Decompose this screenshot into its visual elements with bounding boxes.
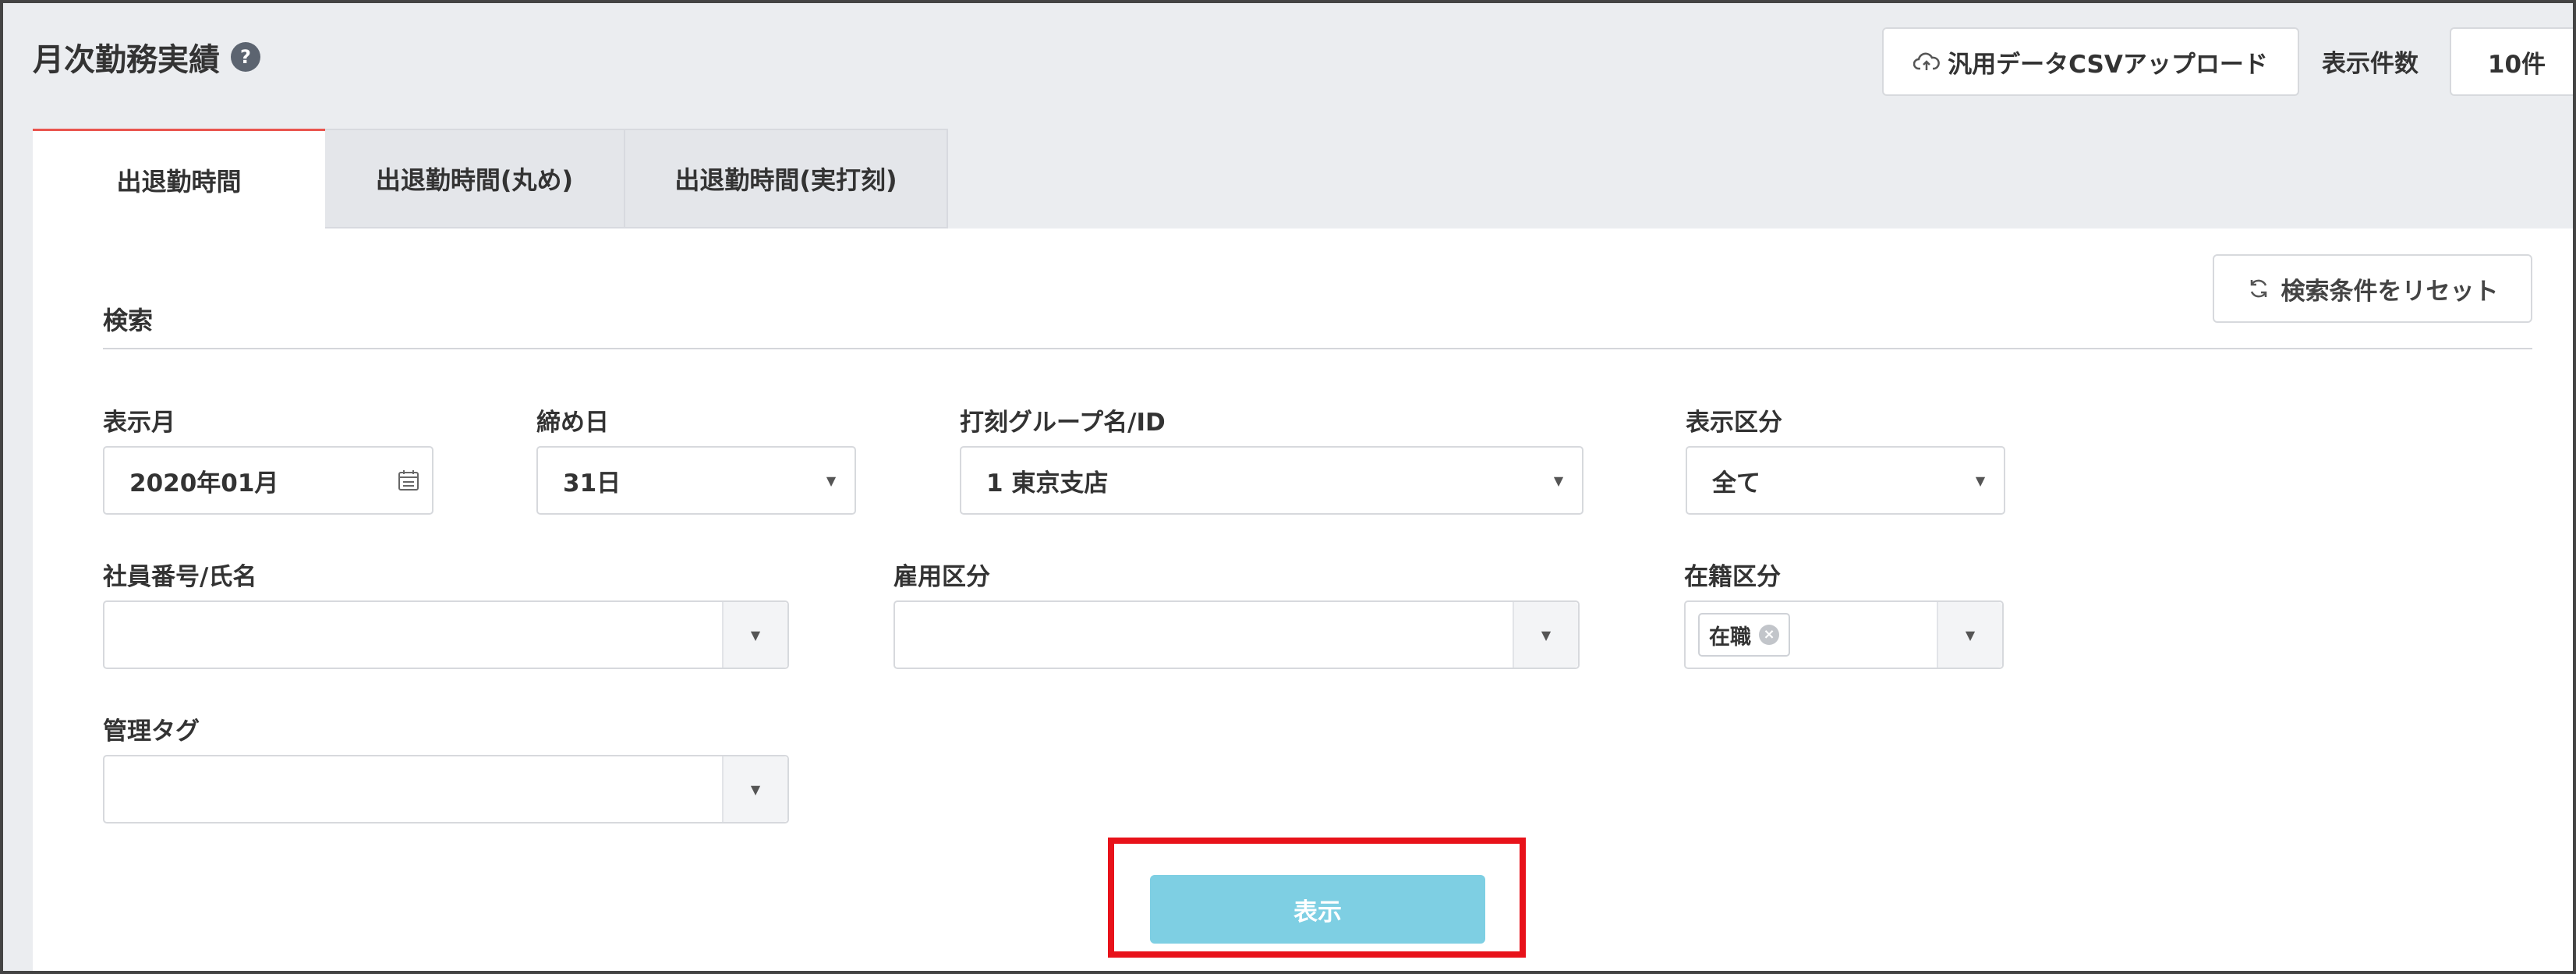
chevron-down-icon[interactable]: ▼ — [722, 602, 787, 668]
csv-upload-button[interactable]: 汎用データCSVアップロード — [1882, 27, 2299, 96]
page-title: 月次勤務実績 ? — [33, 34, 260, 80]
page-title-text: 月次勤務実績 — [33, 42, 220, 78]
refresh-icon — [2250, 279, 2266, 298]
display-category-select[interactable]: 全て ▼ — [1686, 446, 2005, 515]
display-category-value: 全て — [1712, 469, 1760, 498]
stamp-group-value: 1 東京支店 — [986, 469, 1109, 498]
display-category-label: 表示区分 — [1686, 409, 1782, 437]
divider — [103, 348, 2532, 349]
enrollment-tag-chip: 在職 × — [1698, 613, 1790, 657]
chevron-down-icon: ▼ — [1553, 473, 1564, 488]
closing-day-label: 締め日 — [536, 409, 609, 437]
tab-attendance-time-actual[interactable]: 出退勤時間(実打刻) — [625, 129, 948, 228]
chevron-down-icon[interactable]: ▼ — [1513, 602, 1578, 668]
stamp-group-select[interactable]: 1 東京支店 ▼ — [960, 446, 1583, 515]
csv-upload-label: 汎用データCSVアップロード — [1948, 50, 2268, 79]
tab-label: 出退勤時間(丸め) — [375, 165, 574, 195]
enrollment-tag-label: 在職 — [1709, 625, 1751, 650]
employee-select[interactable]: ▼ — [103, 600, 789, 669]
tab-bar: 出退勤時間 出退勤時間(丸め) 出退勤時間(実打刻) — [33, 129, 948, 228]
show-button-label: 表示 — [1293, 898, 1342, 926]
reset-search-label: 検索条件をリセット — [2281, 277, 2499, 306]
remove-tag-icon[interactable]: × — [1759, 625, 1779, 645]
tab-attendance-time-rounded[interactable]: 出退勤時間(丸め) — [325, 129, 625, 228]
search-section-title: 検索 — [103, 306, 154, 335]
reset-search-button[interactable]: 検索条件をリセット — [2213, 254, 2532, 323]
display-month-label: 表示月 — [103, 409, 175, 437]
closing-day-value: 31日 — [563, 469, 621, 498]
enrollment-status-select[interactable]: 在職 × ▼ — [1684, 600, 2004, 669]
enrollment-status-label: 在籍区分 — [1684, 563, 1781, 591]
app-frame: 月次勤務実績 ? 汎用データCSVアップロード 表示件数 10件 出退勤時間 出… — [0, 0, 2576, 974]
tab-label: 出退勤時間 — [116, 166, 242, 197]
cloud-upload-icon — [1913, 52, 1941, 70]
management-tag-label: 管理タグ — [103, 717, 200, 746]
show-button[interactable]: 表示 — [1150, 875, 1485, 944]
employee-label: 社員番号/氏名 — [103, 563, 257, 591]
stamp-group-label: 打刻グループ名/ID — [960, 409, 1166, 437]
employment-type-select[interactable]: ▼ — [893, 600, 1580, 669]
chevron-down-icon: ▼ — [826, 473, 837, 488]
chevron-down-icon[interactable]: ▼ — [1937, 602, 2002, 668]
closing-day-select[interactable]: 31日 ▼ — [536, 446, 856, 515]
chevron-down-icon: ▼ — [1975, 473, 1986, 488]
display-month-value: 2020年01月 — [129, 469, 279, 498]
display-count-value: 10件 — [2487, 50, 2546, 79]
tab-attendance-time[interactable]: 出退勤時間 — [33, 129, 325, 228]
help-icon[interactable]: ? — [231, 42, 260, 72]
display-count-select[interactable]: 10件 — [2450, 27, 2573, 96]
tab-label: 出退勤時間(実打刻) — [674, 165, 897, 195]
display-month-input[interactable]: 2020年01月 — [103, 446, 433, 515]
chevron-down-icon[interactable]: ▼ — [722, 756, 787, 822]
calendar-icon[interactable] — [385, 469, 432, 492]
management-tag-select[interactable]: ▼ — [103, 755, 789, 823]
employment-type-label: 雇用区分 — [893, 563, 990, 591]
display-count-label: 表示件数 — [2322, 50, 2419, 78]
